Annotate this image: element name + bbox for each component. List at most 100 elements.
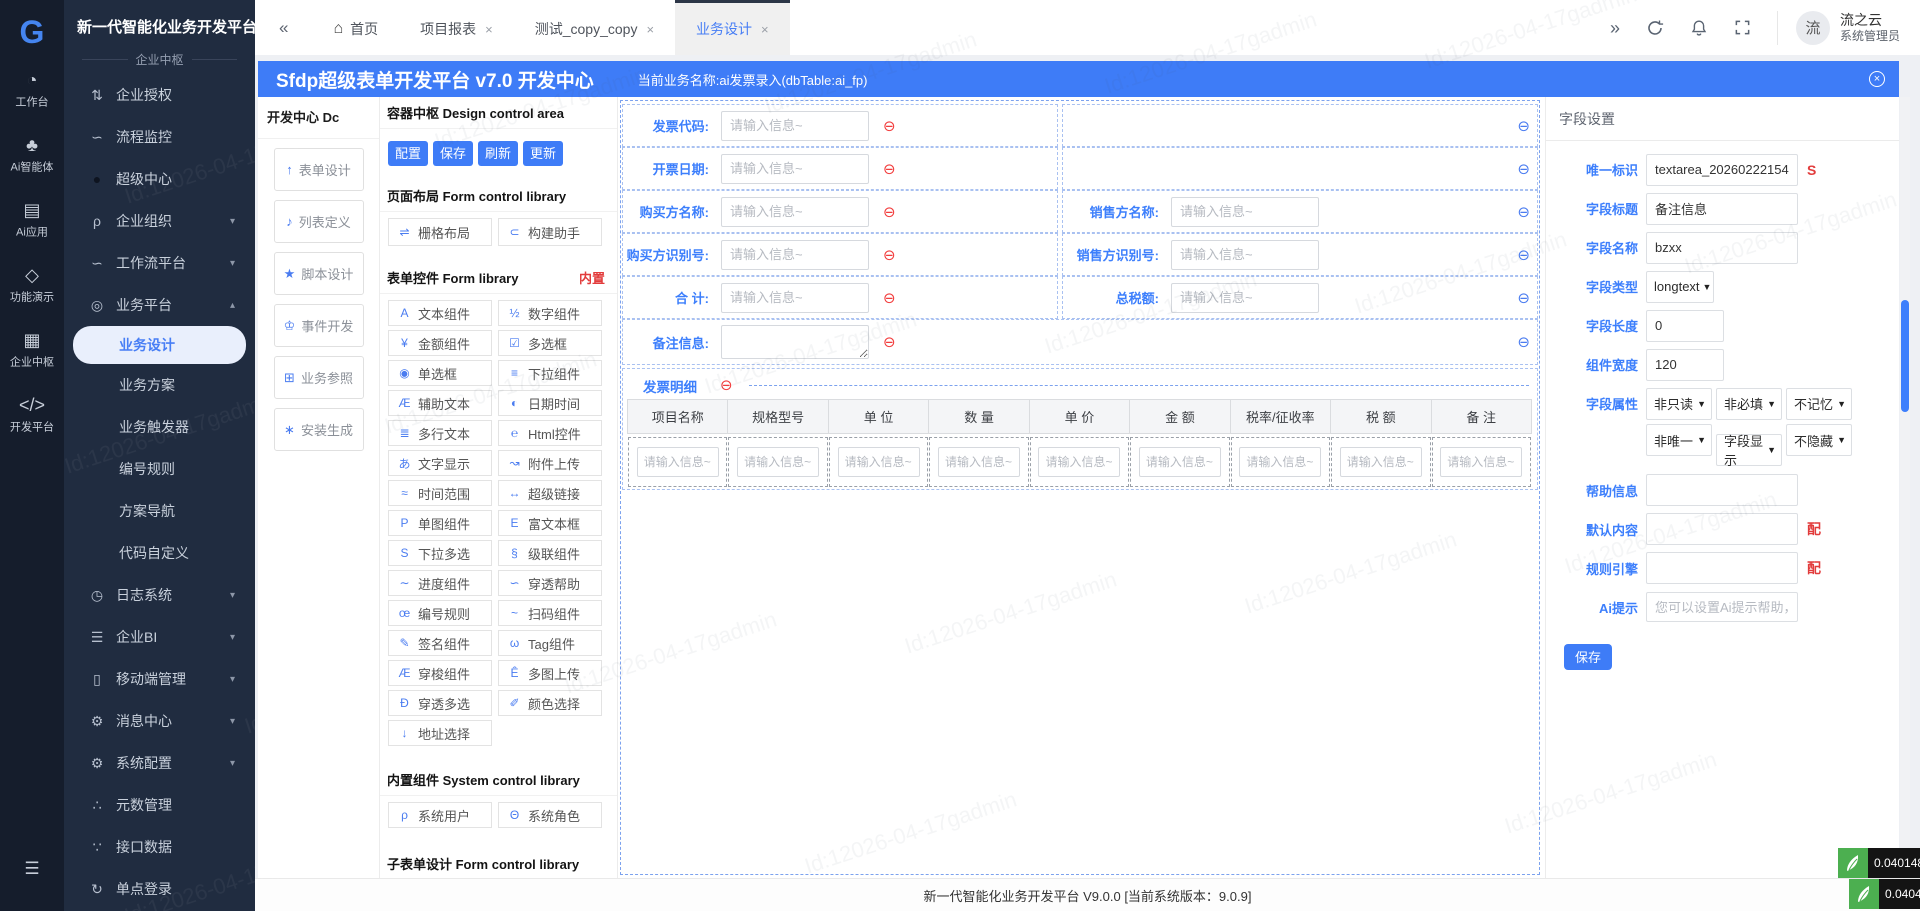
field-length-input[interactable] xyxy=(1646,309,1724,342)
sidebar-item-企业组织[interactable]: ρ 企业组织 ▾ xyxy=(64,200,255,242)
sidebar-item-接口数据[interactable]: ∵ 接口数据 xyxy=(64,826,255,868)
sidebar-item-业务方案[interactable]: 业务方案 xyxy=(64,364,255,406)
tab-业务设计[interactable]: 业务设计 × xyxy=(675,0,790,55)
detail-input[interactable] xyxy=(1138,447,1221,477)
sidebar-item-业务平台[interactable]: ◎ 业务平台 ▴ xyxy=(64,284,255,326)
detail-input[interactable] xyxy=(1339,447,1422,477)
close-tab-icon[interactable]: × xyxy=(485,22,493,37)
sidebar-item-工作流平台[interactable]: ∽ 工作流平台 ▾ xyxy=(64,242,255,284)
field-input[interactable] xyxy=(721,153,869,184)
attr-select-不记忆[interactable]: 不记忆 ▼ xyxy=(1786,387,1852,420)
field-type-select[interactable]: longtext ▼ xyxy=(1646,270,1714,303)
component-width-input[interactable] xyxy=(1646,348,1724,381)
sidebar-item-超级中心[interactable]: ● 超级中心 xyxy=(64,158,255,200)
control-Tag组件[interactable]: ω Tag组件 xyxy=(498,630,602,656)
detail-input[interactable] xyxy=(837,447,920,477)
detail-input[interactable] xyxy=(636,447,719,477)
detail-input[interactable] xyxy=(1038,447,1121,477)
dev-button-业务参照[interactable]: ⊞ 业务参照 xyxy=(273,356,364,399)
dev-button-表单设计[interactable]: ↑ 表单设计 xyxy=(273,148,364,191)
control-富文本框[interactable]: E 富文本框 xyxy=(498,510,602,536)
control-穿透帮助[interactable]: ∽ 穿透帮助 xyxy=(498,570,602,596)
control-单图组件[interactable]: P 单图组件 xyxy=(388,510,492,536)
remove-row-icon[interactable]: ⊖ xyxy=(1517,246,1530,264)
attr-select-非只读[interactable]: 非只读 ▼ xyxy=(1646,387,1712,420)
user-menu[interactable]: 流 流之云 系统管理员 xyxy=(1776,10,1900,45)
control-颜色选择[interactable]: ✐ 颜色选择 xyxy=(498,690,602,716)
remove-row-icon[interactable]: ⊖ xyxy=(1517,203,1530,221)
remove-field-icon[interactable]: ⊖ xyxy=(883,203,896,221)
control-多选框[interactable]: ☑ 多选框 xyxy=(498,330,602,356)
control-Html控件[interactable]: ℮ Html控件 xyxy=(498,420,602,446)
refresh-icon[interactable] xyxy=(1646,19,1664,37)
tab-项目报表[interactable]: 项目报表 × xyxy=(399,0,514,55)
close-tab-icon[interactable]: × xyxy=(761,22,769,37)
unique-id-input[interactable] xyxy=(1646,153,1798,186)
field-input[interactable] xyxy=(1171,239,1319,270)
control-文本组件[interactable]: A 文本组件 xyxy=(388,300,492,326)
dev-button-事件开发[interactable]: ♔ 事件开发 xyxy=(273,304,364,347)
sidebar-item-元数管理[interactable]: ∴ 元数管理 xyxy=(64,784,255,826)
control-穿梭组件[interactable]: Æ 穿梭组件 xyxy=(388,660,492,686)
control-下拉多选[interactable]: S 下拉多选 xyxy=(388,540,492,566)
sidebar-item-方案导航[interactable]: 方案导航 xyxy=(64,490,255,532)
rail-item-Ai智能体[interactable]: ♣ Ai智能体 xyxy=(0,125,64,190)
sidebar-item-企业授权[interactable]: ⇅ 企业授权 xyxy=(64,74,255,116)
remove-row-icon[interactable]: ⊖ xyxy=(1517,160,1530,178)
control-金额组件[interactable]: ¥ 金额组件 xyxy=(388,330,492,356)
panel-scrollbar[interactable] xyxy=(1900,97,1910,878)
control-多行文本[interactable]: ≣ 多行文本 xyxy=(388,420,492,446)
toolbar-button-更新[interactable]: 更新 xyxy=(523,141,563,166)
control-时间范围[interactable]: ≈ 时间范围 xyxy=(388,480,492,506)
sidebar-item-业务触发器[interactable]: 业务触发器 xyxy=(64,406,255,448)
rail-item-Ai应用[interactable]: ▤ Ai应用 xyxy=(0,190,64,255)
sidebar-item-日志系统[interactable]: ◷ 日志系统 ▾ xyxy=(64,574,255,616)
detail-input[interactable] xyxy=(938,447,1021,477)
user-avatar[interactable]: 流 xyxy=(1795,10,1830,45)
remove-row-icon[interactable]: ⊖ xyxy=(1517,333,1530,351)
remove-field-icon[interactable]: ⊖ xyxy=(883,333,896,351)
default-config-badge[interactable]: 配 xyxy=(1807,519,1821,539)
attr-select-非必填[interactable]: 非必填 ▼ xyxy=(1716,387,1782,420)
default-content-input[interactable] xyxy=(1646,513,1798,545)
remove-row-icon[interactable]: ⊖ xyxy=(1517,117,1530,135)
rail-item-功能演示[interactable]: ◇ 功能演示 xyxy=(0,255,64,320)
field-input[interactable] xyxy=(721,239,869,270)
close-dev-window-icon[interactable]: × xyxy=(1869,71,1885,87)
remove-detail-icon[interactable]: ⊖ xyxy=(720,376,733,394)
control-下拉组件[interactable]: ≡ 下拉组件 xyxy=(498,360,602,386)
rail-item-工作台[interactable]: ◔ 工作台 xyxy=(0,60,64,125)
rail-item-开发平台[interactable]: </> 开发平台 xyxy=(0,385,64,450)
remove-field-icon[interactable]: ⊖ xyxy=(883,117,896,135)
control-多图上传[interactable]: Ê 多图上传 xyxy=(498,660,602,686)
control-辅助文本[interactable]: Æ 辅助文本 xyxy=(388,390,492,416)
remove-row-icon[interactable]: ⊖ xyxy=(1517,289,1530,307)
collapse-tabs-icon[interactable]: « xyxy=(255,18,312,38)
control-进度组件[interactable]: ∼ 进度组件 xyxy=(388,570,492,596)
control-级联组件[interactable]: § 级联组件 xyxy=(498,540,602,566)
dev-button-脚本设计[interactable]: ★ 脚本设计 xyxy=(273,252,364,295)
remove-field-icon[interactable]: ⊖ xyxy=(883,160,896,178)
rail-item-企业中枢[interactable]: ▦ 企业中枢 xyxy=(0,320,64,385)
control-穿透多选[interactable]: Đ 穿透多选 xyxy=(388,690,492,716)
control-数字组件[interactable]: ½ 数字组件 xyxy=(498,300,602,326)
toolbar-button-保存[interactable]: 保存 xyxy=(433,141,473,166)
control-日期时间[interactable]: ◐ 日期时间 xyxy=(498,390,602,416)
toolbar-button-刷新[interactable]: 刷新 xyxy=(478,141,518,166)
sidebar-item-编号规则[interactable]: 编号规则 xyxy=(64,448,255,490)
remove-field-icon[interactable]: ⊖ xyxy=(883,246,896,264)
control-文字显示[interactable]: あ文字显示 xyxy=(388,450,492,476)
toolbar-button-配置[interactable]: 配置 xyxy=(388,141,428,166)
control-附件上传[interactable]: ↝ 附件上传 xyxy=(498,450,602,476)
fullscreen-icon[interactable] xyxy=(1734,19,1751,36)
control-签名组件[interactable]: ✎ 签名组件 xyxy=(388,630,492,656)
expand-tabs-icon[interactable]: » xyxy=(1610,19,1620,37)
control-编号规则[interactable]: œ 编号规则 xyxy=(388,600,492,626)
field-input[interactable] xyxy=(721,110,869,141)
tab-测试_copy_copy[interactable]: 测试_copy_copy × xyxy=(514,0,675,55)
field-input[interactable] xyxy=(721,282,869,313)
dev-button-安装生成[interactable]: ∗ 安装生成 xyxy=(273,408,364,451)
remove-field-icon[interactable]: ⊖ xyxy=(883,289,896,307)
ai-hint-input[interactable] xyxy=(1646,592,1798,622)
rail-collapse-icon[interactable]: ☰ xyxy=(0,859,64,879)
